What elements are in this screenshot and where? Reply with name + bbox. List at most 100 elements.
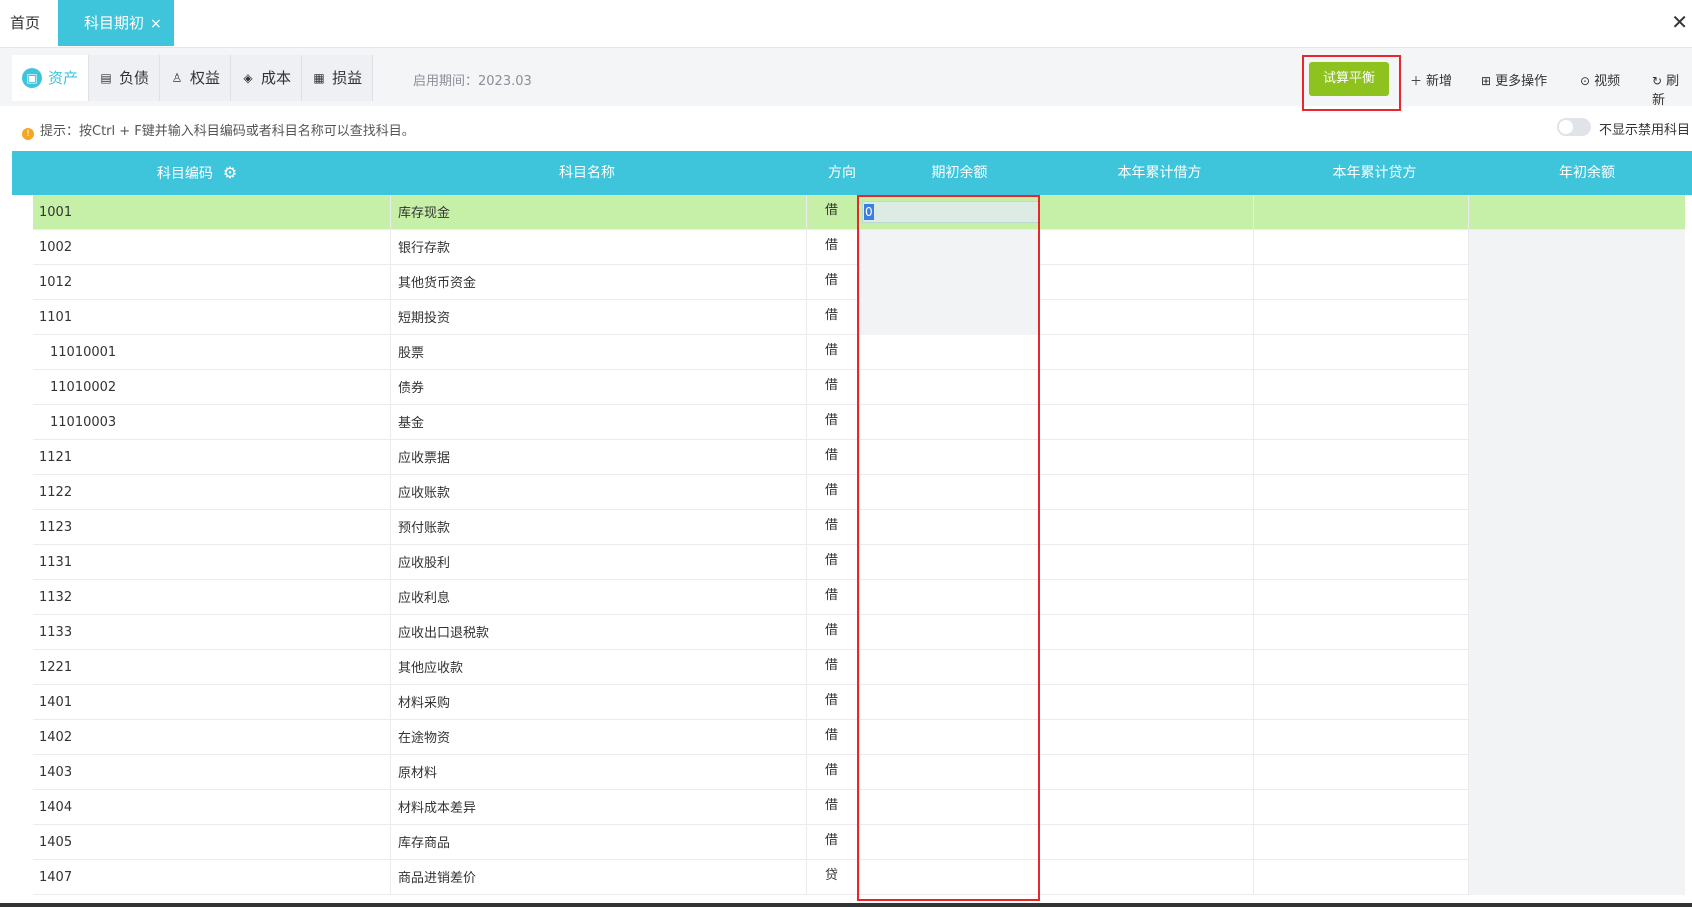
credit-ytd-cell[interactable] xyxy=(1253,370,1468,405)
direction: 借 xyxy=(806,195,856,230)
account-code: 1123 xyxy=(39,520,73,535)
credit-ytd-cell[interactable] xyxy=(1253,650,1468,685)
debit-ytd-cell[interactable] xyxy=(1039,475,1253,510)
year-opening-cell[interactable] xyxy=(1468,685,1685,720)
column-divider xyxy=(1468,545,1469,580)
more-label: 更多操作 xyxy=(1495,74,1548,89)
refresh-button[interactable]: ↻ 刷新 xyxy=(1652,70,1692,108)
year-opening-cell[interactable] xyxy=(1468,335,1685,370)
close-tab-icon[interactable]: × xyxy=(150,16,162,32)
search-tip: ! 提示：按Ctrl + F键并输入科目编码或者科目名称可以查找科目。 xyxy=(22,120,415,140)
debit-ytd-cell[interactable] xyxy=(1039,405,1253,440)
credit-ytd-cell[interactable] xyxy=(1253,720,1468,755)
credit-ytd-cell[interactable] xyxy=(1253,300,1468,335)
debit-ytd-cell[interactable] xyxy=(1039,230,1253,265)
equity-icon: ♙ xyxy=(171,71,183,85)
tab-equity[interactable]: ♙ 权益 xyxy=(160,55,232,101)
tab-opening-balance[interactable]: 科目期初 × xyxy=(58,0,174,46)
credit-ytd-cell[interactable] xyxy=(1253,545,1468,580)
year-opening-cell[interactable] xyxy=(1468,825,1685,860)
year-opening-cell[interactable] xyxy=(1468,195,1685,230)
debit-ytd-cell[interactable] xyxy=(1039,440,1253,475)
credit-ytd-cell[interactable] xyxy=(1253,860,1468,895)
debit-ytd-cell[interactable] xyxy=(1039,510,1253,545)
credit-ytd-cell[interactable] xyxy=(1253,335,1468,370)
year-opening-cell[interactable] xyxy=(1468,510,1685,545)
year-opening-cell[interactable] xyxy=(1468,580,1685,615)
debit-ytd-cell[interactable] xyxy=(1039,650,1253,685)
window-close-icon[interactable]: ✕ xyxy=(1671,10,1688,34)
year-opening-cell[interactable] xyxy=(1468,265,1685,300)
gear-icon[interactable]: ⚙ xyxy=(223,151,237,195)
debit-ytd-cell[interactable] xyxy=(1039,195,1253,230)
add-label: 新增 xyxy=(1426,74,1453,89)
account-name: 银行存款 xyxy=(390,230,770,265)
credit-ytd-cell[interactable] xyxy=(1253,790,1468,825)
year-opening-cell[interactable] xyxy=(1468,440,1685,475)
year-opening-cell[interactable] xyxy=(1468,545,1685,580)
debit-ytd-cell[interactable] xyxy=(1039,580,1253,615)
account-name: 应收账款 xyxy=(390,475,770,510)
debit-ytd-cell[interactable] xyxy=(1039,790,1253,825)
account-name: 库存现金 xyxy=(390,195,770,230)
credit-ytd-cell[interactable] xyxy=(1253,755,1468,790)
year-opening-cell[interactable] xyxy=(1468,860,1685,895)
direction: 借 xyxy=(806,230,856,265)
tab-home[interactable]: 首页 xyxy=(10,0,40,46)
debit-ytd-cell[interactable] xyxy=(1039,545,1253,580)
year-opening-cell[interactable] xyxy=(1468,370,1685,405)
year-opening-cell[interactable] xyxy=(1468,405,1685,440)
credit-ytd-cell[interactable] xyxy=(1253,195,1468,230)
column-divider xyxy=(1468,650,1469,685)
column-divider xyxy=(1468,685,1469,720)
debit-ytd-cell[interactable] xyxy=(1039,755,1253,790)
year-opening-cell[interactable] xyxy=(1468,615,1685,650)
debit-ytd-cell[interactable] xyxy=(1039,860,1253,895)
credit-ytd-cell[interactable] xyxy=(1253,405,1468,440)
debit-ytd-cell[interactable] xyxy=(1039,720,1253,755)
credit-ytd-cell[interactable] xyxy=(1253,580,1468,615)
credit-ytd-cell[interactable] xyxy=(1253,475,1468,510)
year-opening-cell[interactable] xyxy=(1468,475,1685,510)
credit-ytd-cell[interactable] xyxy=(1253,615,1468,650)
tab-asset[interactable]: ▣ 资产 xyxy=(12,55,90,101)
year-opening-cell[interactable] xyxy=(1468,790,1685,825)
debit-ytd-cell[interactable] xyxy=(1039,265,1253,300)
start-period-value: 2023.03 xyxy=(478,74,532,89)
add-button[interactable]: ＋新增 xyxy=(1410,70,1452,89)
credit-ytd-cell[interactable] xyxy=(1253,265,1468,300)
tab-profit-loss[interactable]: ▦ 损益 xyxy=(302,55,374,101)
tab-liability[interactable]: ▤ 负债 xyxy=(89,55,161,101)
year-opening-cell[interactable] xyxy=(1468,755,1685,790)
credit-ytd-cell[interactable] xyxy=(1253,230,1468,265)
direction: 借 xyxy=(806,545,856,580)
credit-ytd-cell[interactable] xyxy=(1253,440,1468,475)
debit-ytd-cell[interactable] xyxy=(1039,335,1253,370)
debit-ytd-cell[interactable] xyxy=(1039,685,1253,720)
hide-disabled-toggle[interactable] xyxy=(1557,118,1591,136)
more-actions-button[interactable]: ⊞ 更多操作 xyxy=(1481,70,1547,89)
account-name: 其他应收款 xyxy=(390,650,770,685)
start-period: 启用期间：2023.03 xyxy=(413,70,532,89)
year-opening-cell[interactable] xyxy=(1468,300,1685,335)
direction: 贷 xyxy=(806,860,856,895)
year-opening-cell[interactable] xyxy=(1468,230,1685,265)
credit-ytd-cell[interactable] xyxy=(1253,685,1468,720)
account-code: 1121 xyxy=(39,450,73,465)
year-opening-cell[interactable] xyxy=(1468,650,1685,685)
info-icon: ! xyxy=(22,128,34,140)
account-name: 短期投资 xyxy=(390,300,770,335)
col-credit-ytd-header: 本年累计贷方 xyxy=(1332,165,1417,181)
start-period-label: 启用期间： xyxy=(413,74,479,89)
debit-ytd-cell[interactable] xyxy=(1039,300,1253,335)
debit-ytd-cell[interactable] xyxy=(1039,825,1253,860)
debit-ytd-cell[interactable] xyxy=(1039,370,1253,405)
account-code: 1402 xyxy=(39,730,73,745)
tab-cost[interactable]: ◈ 成本 xyxy=(231,55,303,101)
credit-ytd-cell[interactable] xyxy=(1253,825,1468,860)
debit-ytd-cell[interactable] xyxy=(1039,615,1253,650)
video-button[interactable]: ⊙ 视频 xyxy=(1580,70,1620,89)
col-code-header: 科目编码 ⚙ xyxy=(12,151,382,195)
year-opening-cell[interactable] xyxy=(1468,720,1685,755)
credit-ytd-cell[interactable] xyxy=(1253,510,1468,545)
